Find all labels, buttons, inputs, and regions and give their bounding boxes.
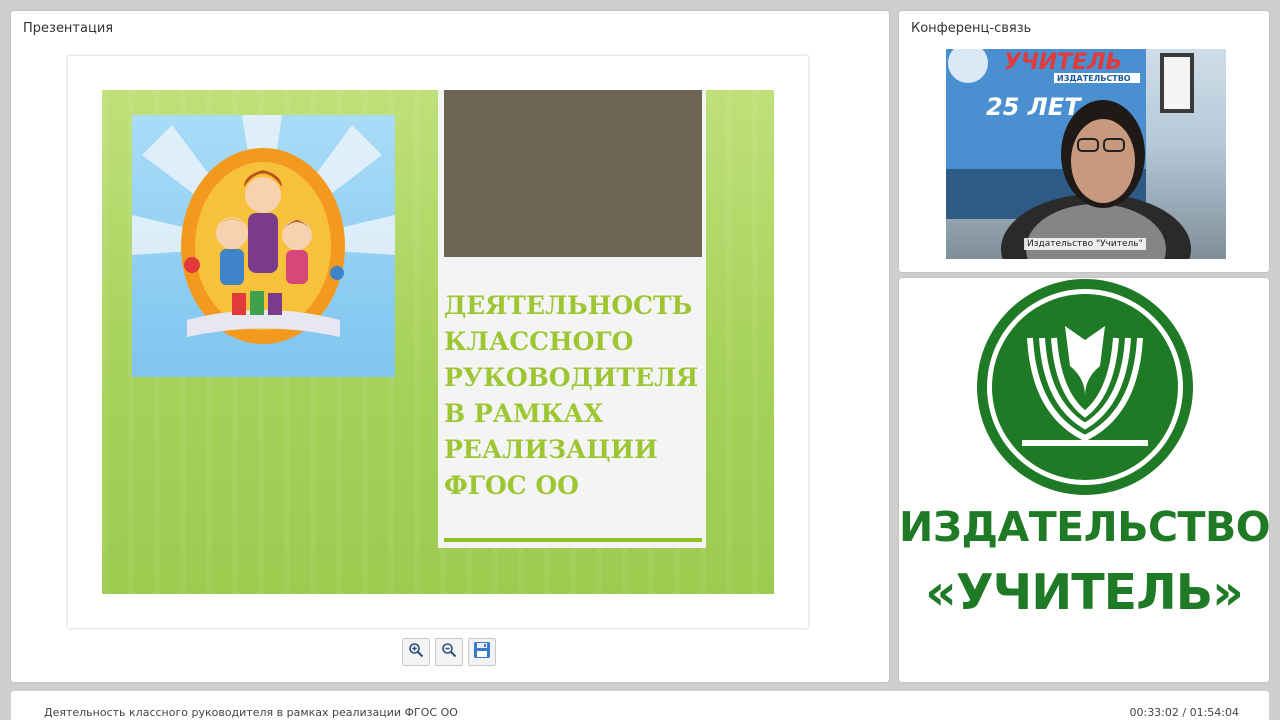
zoom-out-icon <box>441 642 457 662</box>
banner-word: УЧИТЕЛЬ <box>1004 50 1122 75</box>
presentation-panel-title: Презентация <box>23 21 114 36</box>
slide-card-accent-bar <box>444 538 702 542</box>
banner-sub: ИЗДАТЕЛЬСТВО <box>1057 74 1131 83</box>
playback-time: 00:33:02 / 01:54:04 <box>1129 706 1239 719</box>
slide-frame: ДЕЯТЕЛЬНОСТЬ КЛАССНОГО РУКОВОДИТЕЛЯ В РА… <box>68 56 808 628</box>
slide-card-header-block <box>444 90 702 257</box>
floppy-disk-icon <box>473 641 491 663</box>
save-button[interactable] <box>468 638 496 666</box>
presentation-panel: Презентация ДЕЯТЕЛЬНОСТЬ КЛАССНОГО РУКОВ… <box>11 11 889 682</box>
recording-title: Деятельность классного руководителя в ра… <box>44 706 458 719</box>
slide-toolbar <box>402 638 496 666</box>
zoom-in-button[interactable] <box>402 638 430 666</box>
publisher-name: ИЗДАТЕЛЬСТВО <box>899 503 1271 551</box>
slide-heading: ДЕЯТЕЛЬНОСТЬ КЛАССНОГО РУКОВОДИТЕЛЯ В РА… <box>444 291 699 500</box>
zoom-in-icon <box>408 642 424 662</box>
video-caption: Издательство "Учитель" <box>1024 238 1146 250</box>
publisher-brand: «УЧИТЕЛЬ» <box>925 564 1244 621</box>
playback-footer: Деятельность классного руководителя в ра… <box>11 691 1269 720</box>
slide-text-card: ДЕЯТЕЛЬНОСТЬ КЛАССНОГО РУКОВОДИТЕЛЯ В РА… <box>438 90 706 548</box>
publisher-emblem-icon <box>972 278 1198 496</box>
conference-panel-title: Конференц-связь <box>911 21 1032 36</box>
banner-years: 25 ЛЕТ <box>986 93 1082 121</box>
conference-panel: Конференц-связь УЧИТЕЛЬ ИЗДАТЕЛЬСТВО 25 … <box>899 11 1269 272</box>
slide: ДЕЯТЕЛЬНОСТЬ КЛАССНОГО РУКОВОДИТЕЛЯ В РА… <box>102 90 774 594</box>
video-feed[interactable]: УЧИТЕЛЬ ИЗДАТЕЛЬСТВО 25 ЛЕТ Издательство… <box>946 49 1226 259</box>
slide-illustration <box>132 115 395 377</box>
publisher-logo-panel: ИЗДАТЕЛЬСТВО «УЧИТЕЛЬ» <box>899 278 1271 682</box>
zoom-out-button[interactable] <box>435 638 463 666</box>
